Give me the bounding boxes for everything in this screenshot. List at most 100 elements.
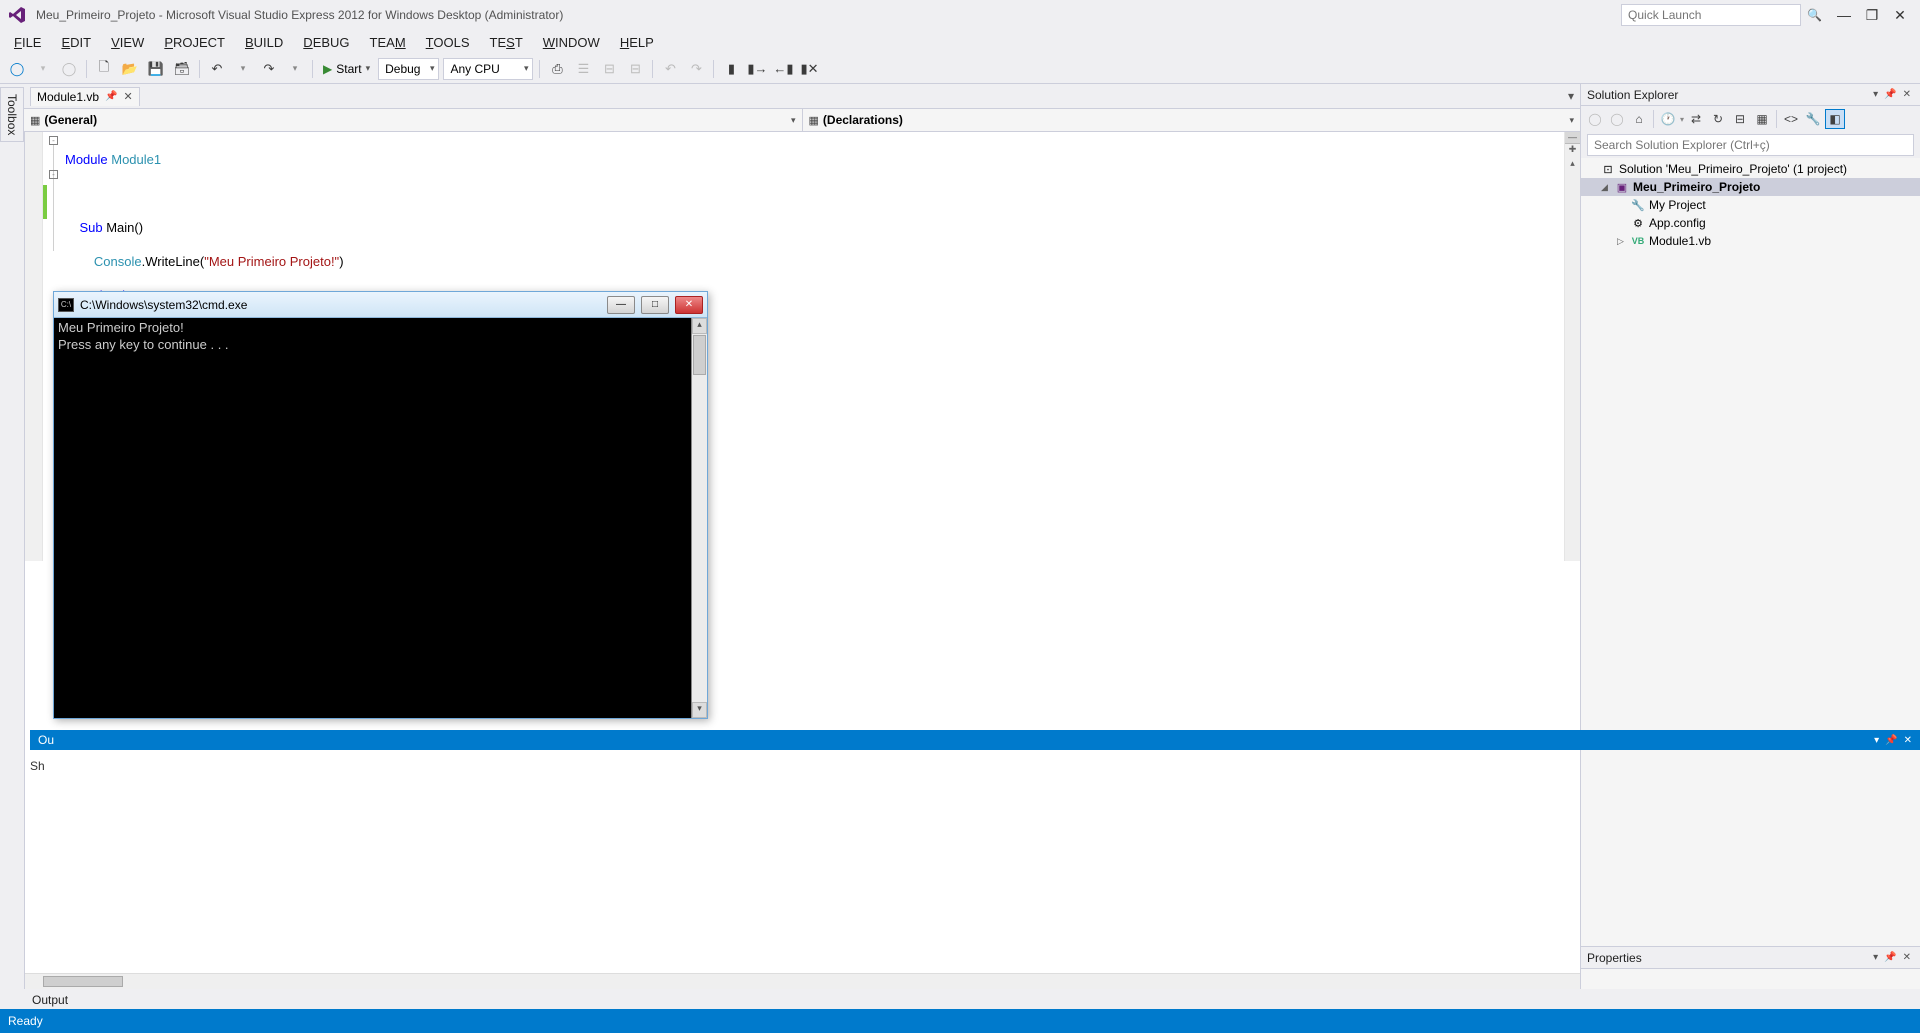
tab-overflow-button[interactable]: ▾ — [1568, 89, 1574, 103]
panel-pin-button[interactable]: 📌 — [1881, 952, 1899, 963]
editor-scrollbar[interactable]: — ✚ ▴ — [1564, 132, 1580, 561]
console-output[interactable]: Meu Primeiro Projeto! Press any key to c… — [54, 318, 691, 718]
output-tab[interactable]: Output — [28, 991, 72, 1009]
se-sync-button[interactable]: ⇄ — [1686, 109, 1706, 129]
menu-team[interactable]: TEAM — [362, 33, 414, 52]
console-titlebar[interactable]: C:\ C:\Windows\system32\cmd.exe — □ ✕ — [54, 292, 707, 318]
menu-view[interactable]: VIEW — [103, 33, 152, 52]
scroll-track[interactable] — [692, 376, 707, 702]
nav-back-button[interactable]: ◯ — [6, 58, 28, 80]
se-refresh-button[interactable]: 🕐 — [1658, 109, 1678, 129]
menu-project[interactable]: PROJECT — [156, 33, 233, 52]
se-back-button[interactable]: ◯ — [1585, 109, 1605, 129]
se-code-button[interactable]: <> — [1781, 109, 1801, 129]
nav-forward-button[interactable]: ◯ — [58, 58, 80, 80]
uncomment-button[interactable]: ⊟ — [624, 58, 646, 80]
restore-button[interactable]: ❐ — [1860, 5, 1884, 25]
menu-debug[interactable]: DEBUG — [295, 33, 357, 52]
config-dropdown[interactable]: Debug — [378, 58, 439, 80]
menu-edit[interactable]: EDIT — [53, 33, 99, 52]
module-node[interactable]: ▷ VB Module1.vb — [1581, 232, 1920, 250]
bookmark-button[interactable]: ▮ — [720, 58, 742, 80]
panel-menu-button[interactable]: ▾ — [1870, 952, 1881, 963]
pin-icon[interactable]: 📌 — [105, 91, 117, 102]
panel-menu-button[interactable]: ▾ — [1870, 89, 1881, 100]
se-collapse-button[interactable]: ⊟ — [1730, 109, 1750, 129]
next-bookmark-button[interactable]: ▮→ — [746, 58, 768, 80]
comment-button[interactable]: ⊟ — [598, 58, 620, 80]
new-project-button[interactable]: 🗋 — [93, 58, 115, 80]
scroll-up-button[interactable]: ▴ — [692, 318, 707, 334]
solution-node[interactable]: ⊡ Solution 'Meu_Primeiro_Projeto' (1 pro… — [1581, 160, 1920, 178]
se-refresh2-button[interactable]: ↻ — [1708, 109, 1728, 129]
se-showall-button[interactable]: ▦ — [1752, 109, 1772, 129]
scrollbar-thumb[interactable] — [43, 976, 123, 987]
start-button[interactable]: ▶ Start ▾ — [319, 58, 374, 80]
menu-file[interactable]: FILE — [6, 33, 49, 52]
appconfig-node[interactable]: ⚙ App.config — [1581, 214, 1920, 232]
redo-button[interactable]: ↷ — [258, 58, 280, 80]
drop-icon[interactable]: ▾ — [1680, 115, 1684, 124]
step-redo-button[interactable]: ↷ — [685, 58, 707, 80]
scroll-thumb[interactable] — [693, 335, 706, 375]
search-icon[interactable]: 🔍 — [1801, 8, 1828, 22]
menu-test[interactable]: TEST — [482, 33, 531, 52]
attach-process-button[interactable]: ⎙ — [546, 58, 568, 80]
close-button[interactable]: ✕ — [1888, 5, 1912, 25]
panel-pin-button[interactable]: 📌 — [1881, 89, 1899, 100]
file-tab-module1[interactable]: Module1.vb 📌 ✕ — [30, 87, 140, 106]
outline-collapse-button[interactable]: - — [49, 170, 58, 179]
quick-launch-input[interactable] — [1621, 4, 1801, 26]
console-minimize-button[interactable]: — — [607, 296, 635, 314]
collapse-icon[interactable]: ◢ — [1601, 182, 1611, 193]
output-close-button[interactable]: ✕ — [1904, 735, 1912, 746]
menu-help[interactable]: HELP — [612, 33, 662, 52]
output-title-strip-right: ▾ 📌 ✕ — [709, 730, 1920, 750]
panel-close-button[interactable]: ✕ — [1900, 952, 1914, 963]
vb-project-icon: ▣ — [1615, 181, 1629, 194]
se-search-input[interactable] — [1587, 134, 1914, 156]
right-panels: Solution Explorer ▾ 📌 ✕ ◯ ◯ ⌂ 🕐 ▾ ⇄ ↻ ⊟ … — [1580, 84, 1920, 989]
se-home-button[interactable]: ⌂ — [1629, 109, 1649, 129]
horizontal-scrollbar[interactable] — [25, 973, 1580, 989]
console-scrollbar[interactable]: ▴ ▾ — [691, 318, 707, 718]
output-pin-button[interactable]: 📌 — [1885, 735, 1897, 746]
open-file-button[interactable]: 📂 — [119, 58, 141, 80]
se-preview-button[interactable]: ◧ — [1825, 109, 1845, 129]
save-button[interactable]: 💾 — [145, 58, 167, 80]
redo-drop[interactable]: ▾ — [284, 58, 306, 80]
save-all-button[interactable]: 🗃 — [171, 58, 193, 80]
breakpoint-margin[interactable] — [25, 132, 43, 561]
myproject-node[interactable]: 🔧 My Project — [1581, 196, 1920, 214]
console-maximize-button[interactable]: □ — [641, 296, 669, 314]
outline-collapse-button[interactable]: - — [49, 136, 58, 145]
console-window[interactable]: C:\ C:\Windows\system32\cmd.exe — □ ✕ Me… — [53, 291, 708, 719]
prev-bookmark-button[interactable]: ←▮ — [772, 58, 794, 80]
toolbar-button[interactable]: ☰ — [572, 58, 594, 80]
close-tab-icon[interactable]: ✕ — [124, 90, 133, 103]
nav-back-drop[interactable]: ▾ — [32, 58, 54, 80]
menu-tools[interactable]: TOOLS — [418, 33, 478, 52]
scope-combo[interactable]: ▦ (General) — [24, 109, 803, 131]
panel-close-button[interactable]: ✕ — [1900, 89, 1914, 100]
expand-icon[interactable]: ✚ — [1565, 144, 1580, 158]
menu-build[interactable]: BUILD — [237, 33, 291, 52]
expand-icon[interactable]: ▷ — [1617, 236, 1627, 247]
output-menu-button[interactable]: ▾ — [1874, 735, 1879, 746]
scroll-up-icon[interactable]: ▴ — [1565, 158, 1580, 172]
toolbox-tab[interactable]: Toolbox — [0, 87, 24, 142]
minimize-button[interactable]: — — [1832, 5, 1856, 25]
undo-drop[interactable]: ▾ — [232, 58, 254, 80]
undo-button[interactable]: ↶ — [206, 58, 228, 80]
scroll-down-button[interactable]: ▾ — [692, 702, 707, 718]
member-combo[interactable]: ▦ (Declarations) — [803, 109, 1581, 131]
se-forward-button[interactable]: ◯ — [1607, 109, 1627, 129]
split-handle[interactable]: — — [1565, 132, 1580, 144]
se-properties-button[interactable]: 🔧 — [1803, 109, 1823, 129]
menu-window[interactable]: WINDOW — [535, 33, 608, 52]
platform-dropdown[interactable]: Any CPU — [443, 58, 533, 80]
console-close-button[interactable]: ✕ — [675, 296, 703, 314]
clear-bookmarks-button[interactable]: ▮✕ — [798, 58, 820, 80]
project-node[interactable]: ◢ ▣ Meu_Primeiro_Projeto — [1581, 178, 1920, 196]
step-undo-button[interactable]: ↶ — [659, 58, 681, 80]
